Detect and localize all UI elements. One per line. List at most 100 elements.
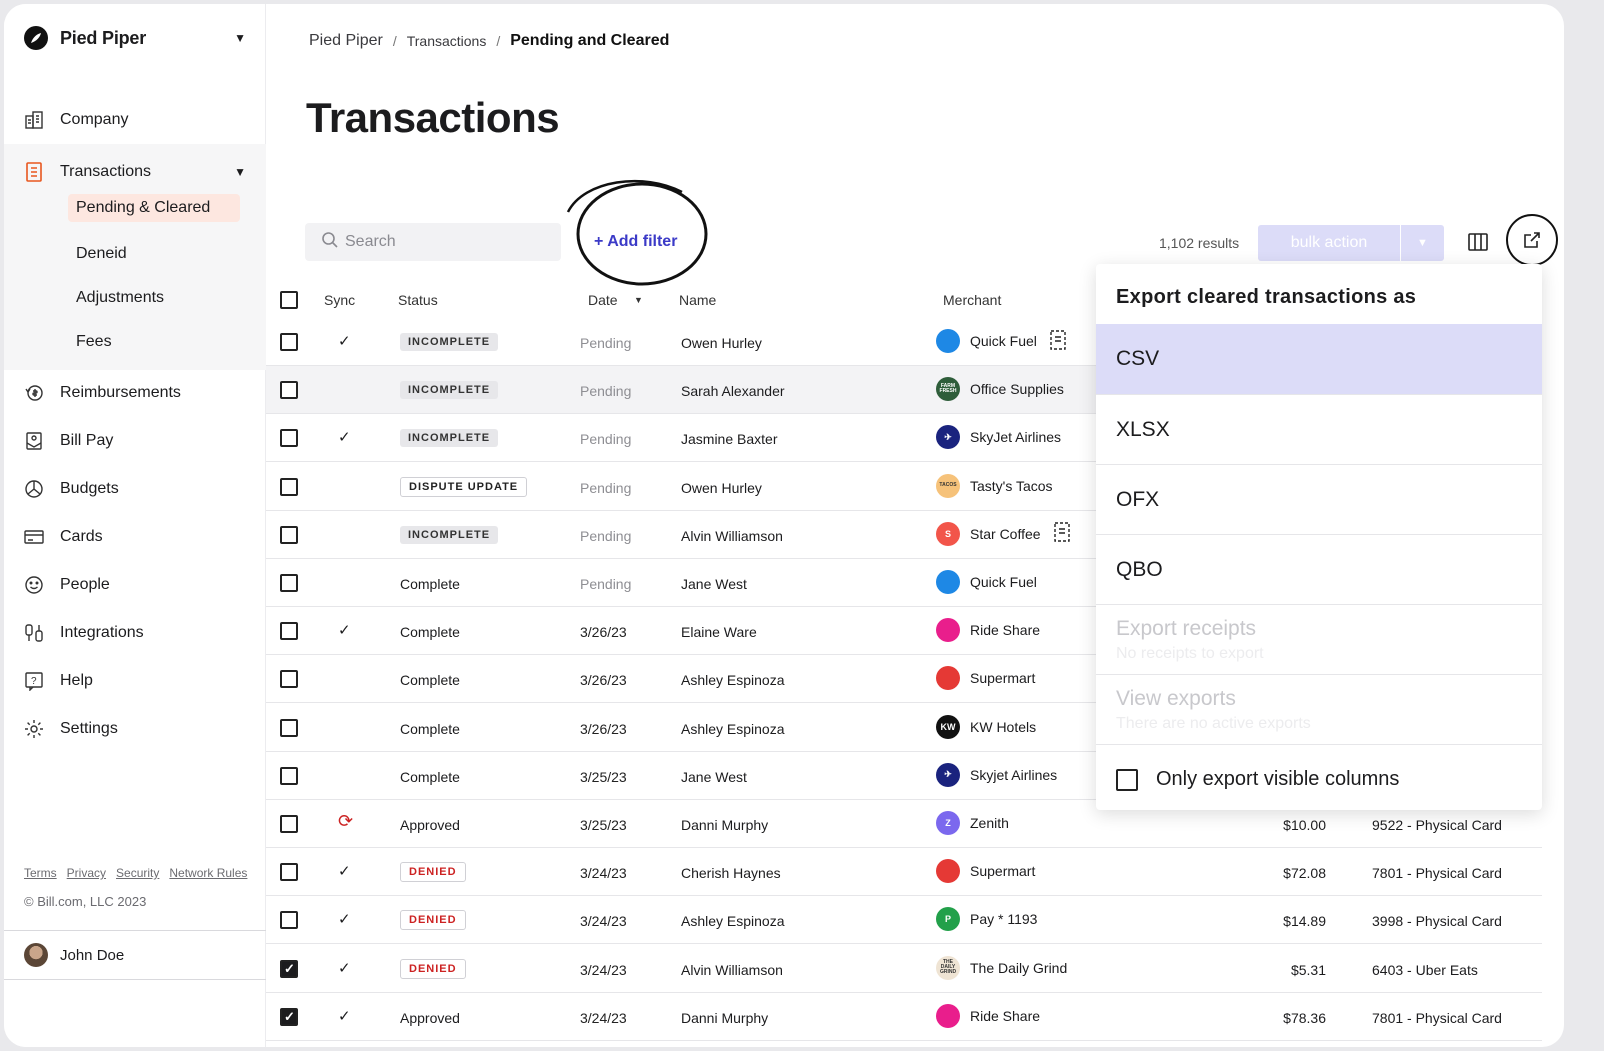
network-rules-link[interactable]: Network Rules bbox=[169, 866, 247, 880]
receipt-missing-icon[interactable] bbox=[1049, 329, 1067, 353]
sync-check-icon: ✓ bbox=[338, 622, 351, 640]
merchant-name: Skyjet Airlines bbox=[970, 766, 1058, 783]
date-cell: 3/24/23 bbox=[580, 865, 627, 882]
export-option-qbo[interactable]: QBO bbox=[1096, 534, 1542, 604]
row-checkbox[interactable] bbox=[280, 525, 298, 544]
search-input[interactable]: Search bbox=[305, 223, 561, 261]
sidebar-item-label: Bill Pay bbox=[60, 432, 114, 449]
chevron-down-icon: ▼ bbox=[234, 165, 246, 179]
only-visible-columns-option[interactable]: Only export visible columns bbox=[1096, 744, 1542, 814]
sidebar-item-help[interactable]: ? Help bbox=[24, 666, 246, 696]
row-checkbox[interactable] bbox=[280, 381, 298, 400]
sidebar-subitem-adjustments[interactable]: Adjustments bbox=[76, 289, 164, 307]
sort-down-icon[interactable]: ▼ bbox=[634, 295, 643, 305]
status-badge: Complete bbox=[400, 624, 460, 641]
terms-link[interactable]: Terms bbox=[24, 866, 57, 880]
table-row[interactable]: ✓ DENIED 3/24/23 Ashley Espinoza P Pay * 1193… bbox=[266, 896, 1542, 945]
bulk-action-button[interactable]: bulk action ▼ bbox=[1258, 225, 1444, 261]
column-header-sync[interactable]: Sync bbox=[324, 292, 355, 308]
date-cell: 3/26/23 bbox=[580, 720, 627, 737]
status-badge: INCOMPLETE bbox=[400, 525, 499, 544]
sidebar-item-label: Reimbursements bbox=[60, 384, 181, 401]
table-row[interactable]: ✓ Approved 3/24/23 Danni Murphy Ride Share $7… bbox=[266, 993, 1542, 1041]
card-cell: 3998 - Physical Card bbox=[1372, 913, 1502, 930]
sidebar-item-cards[interactable]: Cards bbox=[24, 522, 246, 552]
breadcrumb-separator: / bbox=[496, 33, 501, 49]
user-menu[interactable]: John Doe bbox=[4, 930, 266, 980]
sync-check-icon: ✓ bbox=[338, 1007, 351, 1025]
column-header-merchant[interactable]: Merchant bbox=[943, 292, 1001, 308]
help-icon: ? bbox=[24, 671, 44, 691]
privacy-link[interactable]: Privacy bbox=[67, 866, 106, 880]
copyright: © Bill.com, LLC 2023 bbox=[24, 894, 147, 909]
export-option-csv[interactable]: CSV bbox=[1096, 324, 1542, 394]
columns-icon[interactable] bbox=[1466, 230, 1490, 254]
sidebar-item-people[interactable]: People bbox=[24, 570, 246, 600]
breadcrumb-transactions[interactable]: Transactions bbox=[407, 33, 487, 49]
row-checkbox[interactable] bbox=[280, 574, 298, 592]
table-row[interactable]: ✓ DENIED 3/24/23 Cherish Haynes Supermart $72… bbox=[266, 848, 1542, 897]
status-cell: Approved bbox=[400, 1007, 460, 1026]
row-checkbox[interactable] bbox=[280, 959, 298, 978]
reimbursement-icon bbox=[24, 383, 44, 403]
sidebar-item-budgets[interactable]: Budgets bbox=[24, 474, 246, 504]
chevron-down-icon[interactable]: ▼ bbox=[1400, 225, 1444, 261]
add-filter-button[interactable]: + Add filter bbox=[594, 233, 677, 251]
export-button[interactable] bbox=[1506, 214, 1558, 266]
row-checkbox[interactable] bbox=[280, 1007, 298, 1026]
card-cell: 6403 - Uber Eats bbox=[1372, 961, 1478, 978]
name-cell: Ashley Espinoza bbox=[681, 913, 785, 930]
row-checkbox[interactable] bbox=[280, 911, 298, 930]
status-badge: Complete bbox=[400, 768, 460, 785]
receipt-missing-icon[interactable] bbox=[1053, 522, 1071, 545]
column-header-date[interactable]: Date bbox=[588, 292, 618, 308]
breadcrumb-org[interactable]: Pied Piper bbox=[309, 32, 383, 50]
export-option-ofx[interactable]: OFX bbox=[1096, 464, 1542, 534]
date-cell: Pending bbox=[580, 383, 632, 400]
status-badge: INCOMPLETE bbox=[400, 429, 499, 448]
row-checkbox[interactable] bbox=[280, 670, 298, 689]
sidebar-item-integrations[interactable]: Integrations bbox=[24, 618, 246, 648]
row-checkbox[interactable] bbox=[280, 766, 298, 785]
sidebar-subitem-denied[interactable]: Deneid bbox=[76, 245, 127, 263]
date-cell: 3/25/23 bbox=[580, 817, 627, 833]
status-cell: Complete bbox=[400, 718, 460, 737]
merchant-logo-icon: THE DAILY GRIND bbox=[936, 955, 960, 980]
page-title: Transactions bbox=[306, 94, 560, 141]
org-switcher[interactable]: Pied Piper ▼ bbox=[24, 26, 246, 50]
sidebar-subitem-pending-cleared[interactable]: Pending & Cleared bbox=[68, 194, 240, 222]
row-checkbox[interactable] bbox=[280, 333, 298, 351]
merchant-cell: Quick Fuel bbox=[936, 329, 1067, 353]
name-cell: Owen Hurley bbox=[681, 335, 762, 351]
row-checkbox[interactable] bbox=[280, 815, 298, 833]
row-checkbox[interactable] bbox=[280, 429, 298, 448]
export-option-xlsx[interactable]: XLSX bbox=[1096, 394, 1542, 464]
date-cell: Pending bbox=[580, 431, 632, 448]
sidebar-item-transactions[interactable]: Transactions ▼ bbox=[24, 157, 246, 187]
search-placeholder: Search bbox=[345, 233, 396, 250]
row-checkbox[interactable] bbox=[280, 622, 298, 641]
column-header-status[interactable]: Status bbox=[398, 292, 438, 308]
status-cell: INCOMPLETE bbox=[400, 380, 499, 400]
column-header-name[interactable]: Name bbox=[679, 292, 716, 308]
pied-piper-logo-icon bbox=[24, 26, 48, 50]
row-checkbox[interactable] bbox=[280, 477, 298, 496]
sidebar-item-settings[interactable]: Settings bbox=[24, 714, 246, 744]
security-link[interactable]: Security bbox=[116, 866, 159, 880]
sidebar-item-reimbursements[interactable]: Reimbursements bbox=[24, 378, 246, 408]
sidebar-item-bill-pay[interactable]: Bill Pay bbox=[24, 426, 246, 456]
row-checkbox[interactable] bbox=[280, 863, 298, 882]
status-cell: Complete bbox=[400, 573, 460, 592]
status-badge: Complete bbox=[400, 576, 460, 592]
merchant-logo-icon bbox=[936, 570, 960, 594]
only-visible-columns-checkbox[interactable] bbox=[1116, 768, 1138, 791]
row-checkbox[interactable] bbox=[280, 718, 298, 737]
table-row[interactable]: ✓ DENIED 3/24/23 Alvin Williamson THE DAILY … bbox=[266, 945, 1542, 993]
select-all-checkbox[interactable] bbox=[280, 291, 298, 309]
sidebar-subitem-fees[interactable]: Fees bbox=[76, 333, 112, 351]
sidebar-item-company[interactable]: Company bbox=[24, 105, 246, 135]
export-menu-title: Export cleared transactions as bbox=[1116, 286, 1417, 308]
merchant-logo-icon: TACOS bbox=[936, 473, 960, 498]
status-cell: Complete bbox=[400, 669, 460, 688]
org-name: Pied Piper bbox=[60, 27, 147, 48]
